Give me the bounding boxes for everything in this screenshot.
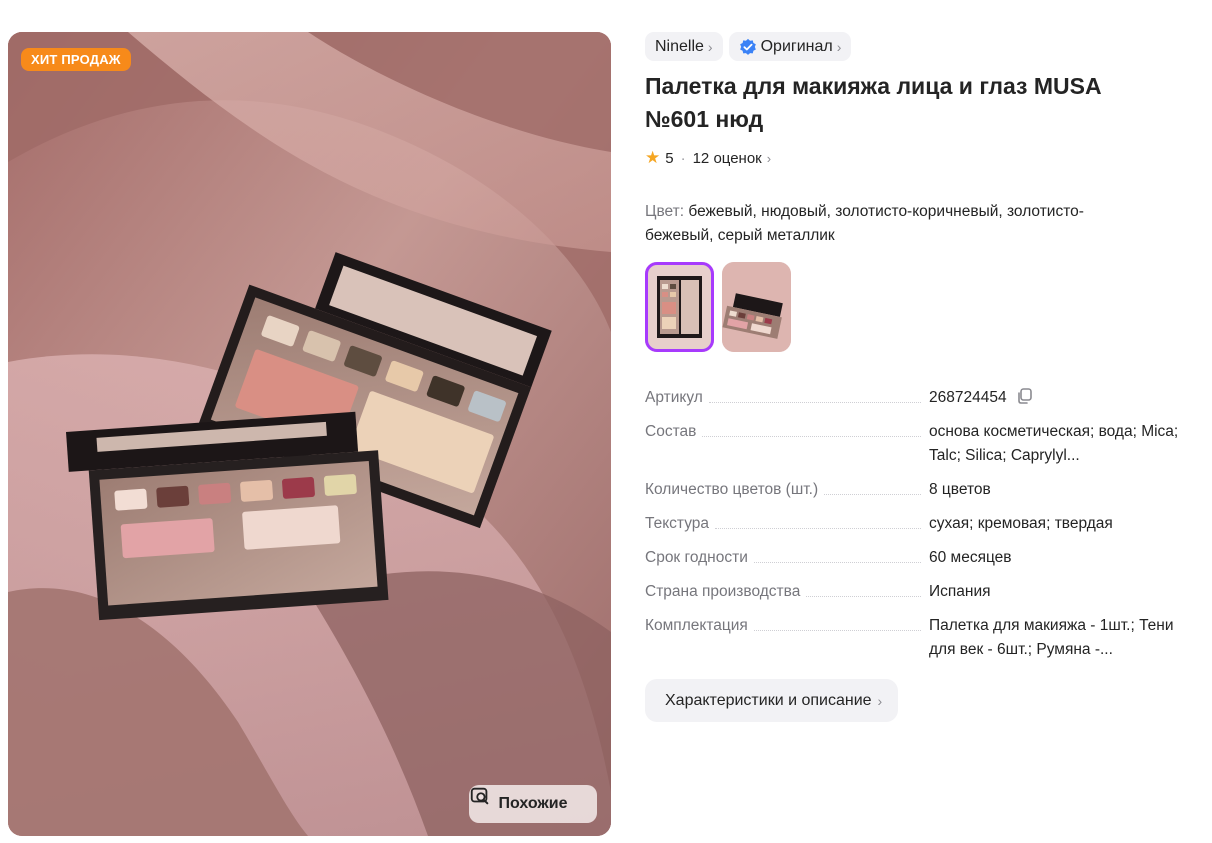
spec-key: Страна производства xyxy=(645,583,801,600)
spec-row: Количество цветов (шт.) 8 цветов xyxy=(645,478,1185,502)
similar-products-button[interactable]: Похожие xyxy=(469,785,597,823)
original-label: Оригинал xyxy=(760,37,833,55)
spec-row: Комплектация Палетка для макияжа - 1шт.;… xyxy=(645,614,1185,662)
spec-value: Палетка для макияжа - 1шт.; Тени для век… xyxy=(929,617,1174,658)
spec-value: сухая; кремовая; твердая xyxy=(929,515,1113,532)
brand-name: Ninelle xyxy=(655,37,704,55)
star-icon: ★ xyxy=(645,148,661,167)
rating-value: 5 xyxy=(665,149,674,167)
product-title: Палетка для макияжа лица и глаз MUSA №60… xyxy=(645,73,1101,132)
spec-leader xyxy=(753,546,921,563)
spec-value: 60 месяцев xyxy=(929,549,1012,566)
rating-separator: · xyxy=(680,149,686,167)
product-photo[interactable]: ХИТ ПРОДАЖ Похожие xyxy=(8,32,611,836)
spec-leader xyxy=(824,478,921,495)
spec-leader xyxy=(708,386,921,403)
spec-key: Состав xyxy=(645,423,697,440)
copy-icon[interactable] xyxy=(1015,387,1033,405)
spec-value: основа косметическая; вода; Mica; Talc; … xyxy=(929,423,1179,464)
specs-table: Артикул 268724454 Состав основа косметич… xyxy=(645,386,1185,672)
reviews-link[interactable]: 12 оценок xyxy=(693,150,762,167)
spec-row: Страна производства Испания xyxy=(645,580,1185,604)
palette-illustration xyxy=(8,32,611,836)
spec-leader xyxy=(702,420,921,437)
spec-row: Состав основа косметическая; вода; Mica;… xyxy=(645,420,1185,468)
spec-leader xyxy=(715,512,921,529)
variant-image xyxy=(722,262,791,352)
spec-value: 268724454 xyxy=(929,389,1007,406)
spec-row: Артикул 268724454 xyxy=(645,386,1185,410)
original-chip[interactable]: Оригинал › xyxy=(728,32,852,61)
variant-thumbnails xyxy=(645,262,791,352)
similar-products-label: Похожие xyxy=(498,795,568,812)
characteristics-label: Характеристики и описание xyxy=(665,691,872,709)
rating-row: ★ 5 · 12 оценок › xyxy=(645,148,771,168)
variant-image xyxy=(645,262,714,352)
characteristics-button[interactable]: Характеристики и описание › xyxy=(645,679,899,722)
spec-value: 8 цветов xyxy=(929,481,991,498)
brand-chips: Ninelle › Оригинал › xyxy=(645,32,852,61)
color-value: бежевый, нюдовый, золотисто-коричневый, … xyxy=(645,203,1084,244)
chevron-right-icon: › xyxy=(707,38,713,55)
spec-key: Комплектация xyxy=(645,617,748,634)
color-info: Цвет: бежевый, нюдовый, золотисто-коричн… xyxy=(645,200,1145,248)
brand-chip[interactable]: Ninelle › xyxy=(645,32,723,61)
verified-check-icon xyxy=(739,38,756,55)
variant-thumbnail-2[interactable] xyxy=(722,262,791,352)
spec-key: Текстура xyxy=(645,515,710,532)
bestseller-badge: ХИТ ПРОДАЖ xyxy=(21,48,131,71)
spec-leader xyxy=(806,580,921,597)
spec-key: Срок годности xyxy=(645,549,748,566)
spec-value: Испания xyxy=(929,583,991,600)
spec-row: Текстура сухая; кремовая; твердая xyxy=(645,512,1185,536)
spec-leader xyxy=(753,614,921,631)
variant-thumbnail-1[interactable] xyxy=(645,262,714,352)
spec-row: Срок годности 60 месяцев xyxy=(645,546,1185,570)
chevron-right-icon: › xyxy=(877,692,883,709)
color-label: Цвет: xyxy=(645,203,685,220)
spec-key: Количество цветов (шт.) xyxy=(645,481,819,498)
spec-key: Артикул xyxy=(645,389,703,406)
image-search-icon xyxy=(470,787,489,805)
chevron-right-icon: › xyxy=(766,150,772,166)
chevron-right-icon: › xyxy=(836,38,842,55)
